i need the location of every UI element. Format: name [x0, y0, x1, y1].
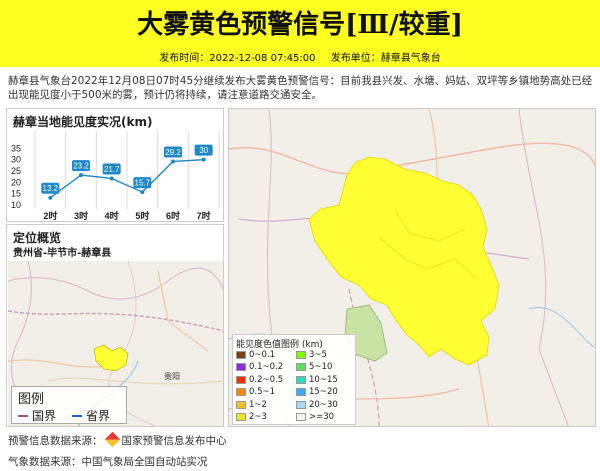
province-line-icon	[72, 415, 82, 417]
city-label: 贵阳	[164, 371, 180, 381]
data-point	[109, 176, 114, 181]
x-tick-label: 5时	[135, 210, 149, 221]
visibility-range-label: 0.1~0.2	[249, 362, 284, 373]
visibility-color-swatch	[236, 375, 246, 384]
legend-country-label: 国界	[32, 409, 57, 423]
visibility-legend: 能见度色值图例 (km) 0~0.1 3~5 0.1~0.2 5~10 0.2~0.5 1…	[232, 334, 356, 425]
visibility-color-swatch	[236, 413, 246, 421]
visibility-legend-item: 0.5~1	[236, 387, 275, 397]
y-tick-label: 10	[11, 200, 21, 210]
data-label: 30	[199, 146, 208, 155]
warning-source-org[interactable]: 国家预警信息发布中心	[122, 435, 227, 447]
data-point	[48, 195, 53, 200]
map-legend: 图例 国界 省界	[11, 386, 127, 424]
y-tick-label: 30	[11, 155, 21, 165]
country-line-icon	[18, 415, 28, 417]
x-tick-label: 2时	[43, 210, 57, 221]
visibility-range-label: 2~3	[249, 412, 267, 422]
visibility-legend-item: 15~20	[296, 387, 338, 397]
visibility-range-label: 0~0.1	[249, 350, 276, 360]
weather-source: 气象数据来源：中国气象局全国自动站实况	[8, 456, 208, 468]
visibility-color-swatch	[296, 400, 306, 409]
data-point	[201, 157, 206, 162]
y-tick-label: 15	[11, 189, 21, 199]
visibility-legend-item: 3~5	[296, 350, 327, 360]
visibility-legend-item: 1~2	[236, 400, 267, 410]
y-tick-label: 35	[11, 143, 21, 153]
page-title: 大雾黄色预警信号[Ⅲ/较重]	[137, 10, 463, 40]
location-panel: 定位概览 贵州省-毕节市-赫章县 贵阳 图例 国界 省界	[6, 224, 224, 427]
x-tick-label: 4时	[105, 210, 119, 221]
visibility-legend-title: 能见度色值图例 (km)	[236, 340, 323, 350]
visibility-legend-item: 2~3	[236, 412, 267, 422]
visibility-legend-item: 20~30	[296, 400, 338, 410]
data-label: 23.2	[73, 162, 89, 171]
data-label: 21.7	[104, 165, 120, 174]
visibility-chart-panel: 赫章当地能见度实况(km) 35 30 25 20 15 10 2时 3时 4时 5时 6时 7时 13…	[6, 108, 224, 222]
warning-source-label: 预警信息数据来源：	[8, 435, 103, 447]
visibility-color-swatch	[236, 400, 246, 409]
legend-country: 国界	[18, 407, 56, 424]
visibility-color-swatch	[296, 363, 306, 372]
visibility-legend-item: 0.2~0.5	[236, 375, 283, 385]
visibility-range-label: 20~30	[309, 399, 338, 410]
visibility-range-label: 15~20	[309, 387, 338, 398]
data-point	[79, 173, 83, 178]
y-tick-label: 20	[11, 177, 21, 187]
visibility-color-swatch	[296, 351, 306, 359]
warning-source: 预警信息数据来源： 国家预警信息发布中心	[8, 431, 227, 448]
warning-description: 赫章县气象台2022年12月08日07时45分继续发布大雾黄色预警信号：目前我县…	[8, 75, 593, 101]
visibility-color-swatch	[296, 413, 306, 421]
visibility-range-label: >=30	[309, 412, 335, 422]
legend-title: 图例	[18, 392, 45, 407]
data-label: 15.7	[135, 179, 151, 188]
visibility-legend-item: 10~15	[296, 375, 338, 385]
data-label: 29.2	[165, 148, 181, 157]
visibility-color-swatch	[236, 363, 246, 372]
publisher: 发布单位：赫章县气象台	[330, 53, 441, 64]
release-center-logo-icon	[104, 431, 120, 448]
visibility-color-swatch	[296, 388, 306, 397]
visibility-legend-item: >=30	[296, 412, 334, 422]
legend-province: 省界	[72, 407, 110, 424]
visibility-range-label: 10~15	[309, 374, 338, 385]
visibility-color-swatch	[236, 388, 246, 397]
visibility-legend-item: 5~10	[296, 362, 332, 372]
visibility-range-label: 1~2	[249, 399, 267, 410]
visibility-legend-item: 0~0.1	[236, 350, 275, 360]
legend-province-label: 省界	[86, 409, 111, 423]
meta-bar: 发布时间：2022-12-08 07:45:00 发布单位：赫章县气象台	[0, 50, 600, 67]
visibility-chart: 3530252015102时 3时 4时 5时 6时 7时13.223.2 21.715.7…	[11, 131, 220, 221]
visibility-range-label: 5~10	[309, 362, 333, 373]
x-tick-label: 7时	[197, 210, 211, 221]
visibility-range-label: 3~5	[309, 350, 327, 360]
visibility-color-swatch	[296, 375, 306, 384]
y-tick-label: 25	[11, 166, 21, 176]
visibility-range-label: 0.2~0.5	[249, 374, 284, 385]
data-point	[140, 190, 145, 195]
visibility-range-label: 0.5~1	[249, 387, 276, 398]
publish-time: 发布时间：2022-12-08 07:45:00	[159, 53, 316, 64]
x-tick-label: 3时	[74, 210, 88, 221]
location-path: 贵州省-毕节市-赫章县	[13, 248, 112, 259]
visibility-legend-item: 0.1~0.2	[236, 362, 283, 372]
x-tick-label: 6时	[166, 210, 180, 221]
visibility-color-swatch	[236, 351, 246, 359]
data-point	[171, 159, 175, 164]
header-banner: 大雾黄色预警信号[Ⅲ/较重]	[0, 0, 600, 50]
data-label: 13.2	[43, 184, 59, 193]
